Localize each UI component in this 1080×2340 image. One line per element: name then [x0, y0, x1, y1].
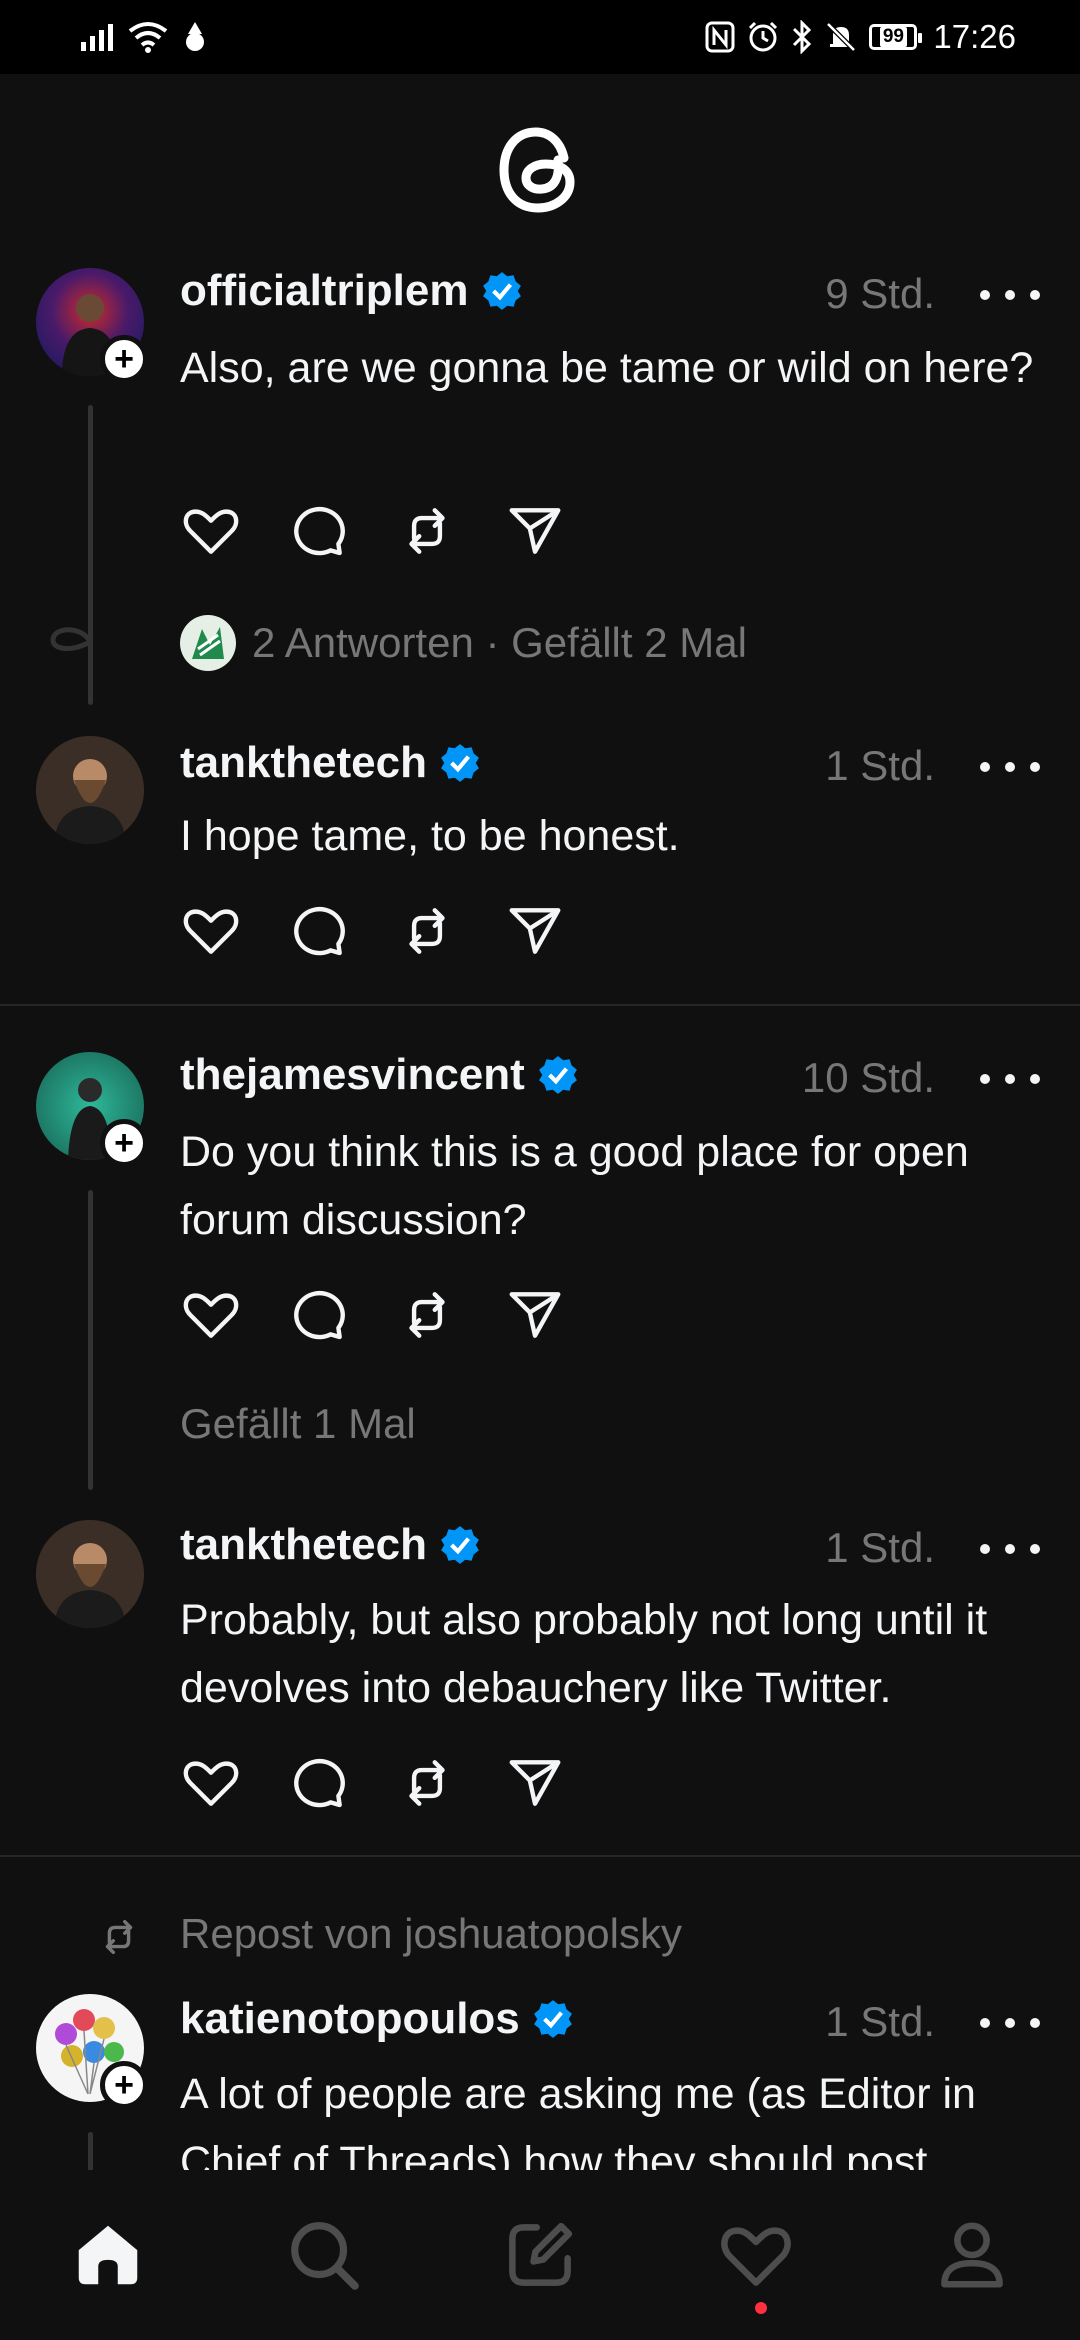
post-text: A lot of people are asking me (as Editor… — [180, 2070, 976, 2170]
username[interactable]: thejamesvincent — [180, 1050, 579, 1100]
compose-icon — [509, 2222, 573, 2286]
battery-level: 99 — [879, 27, 907, 47]
post-actions — [180, 1284, 566, 1346]
share-icon[interactable] — [504, 900, 566, 962]
follow-plus-button[interactable]: + — [100, 2061, 148, 2109]
more-options-button[interactable] — [980, 280, 1040, 310]
post-divider — [0, 1855, 1080, 1857]
nav-home[interactable] — [63, 2210, 153, 2300]
signal-icon — [81, 24, 113, 51]
post-meta[interactable]: Gefällt 1 Mal — [180, 1400, 416, 1448]
username-text[interactable]: tankthetech — [180, 738, 427, 788]
post-actions — [180, 900, 566, 962]
mute-icon — [826, 22, 857, 52]
post-time: 10 Std. — [801, 1054, 935, 1101]
verified-badge-icon — [441, 1526, 479, 1564]
profile-icon — [941, 2222, 1003, 2288]
likes-count[interactable]: Gefällt 1 Mal — [180, 1400, 416, 1448]
home-icon — [78, 2225, 138, 2285]
username[interactable]: katienotopoulos — [180, 1994, 574, 2044]
username-text[interactable]: thejamesvincent — [180, 1050, 525, 1100]
username-text[interactable]: katienotopoulos — [180, 1994, 520, 2044]
like-icon[interactable] — [180, 900, 242, 962]
activity-notification-dot — [755, 2302, 767, 2314]
follow-plus-button[interactable]: + — [100, 1119, 148, 1167]
repost-indicator-icon — [105, 1919, 133, 1955]
alarm-icon — [749, 21, 778, 52]
username[interactable]: officialtriplem — [180, 266, 523, 316]
repost-icon[interactable] — [396, 1752, 458, 1814]
replies-likes-count[interactable]: 2 Antworten · Gefällt 2 Mal — [252, 619, 747, 667]
reply-icon[interactable] — [288, 500, 350, 562]
post-time: 1 Std. — [825, 1998, 935, 2045]
more-options-button[interactable] — [980, 1534, 1040, 1564]
verified-badge-icon — [538, 1056, 577, 1094]
verified-badge-icon — [533, 2000, 572, 2038]
username[interactable]: tankthetech — [180, 1520, 481, 1570]
repost-label[interactable]: Repost von joshuatopolsky — [180, 1910, 682, 1958]
nav-search[interactable] — [279, 2210, 369, 2300]
reply-icon[interactable] — [288, 900, 350, 962]
bottom-navigation — [0, 2170, 1080, 2340]
wifi-icon — [128, 22, 168, 53]
avatar[interactable] — [36, 736, 144, 844]
post-time: 1 Std. — [825, 1524, 935, 1571]
follow-plus-button[interactable]: + — [100, 335, 148, 383]
share-icon[interactable] — [504, 1284, 566, 1346]
thread-line — [88, 2132, 93, 2172]
verified-badge-icon — [441, 744, 479, 782]
post-actions — [180, 1752, 566, 1814]
bluetooth-icon — [793, 20, 812, 54]
avatar[interactable] — [36, 1520, 144, 1628]
status-bar: 99 17:26 — [0, 0, 1080, 74]
thread-line — [88, 1190, 93, 1490]
reply-icon[interactable] — [288, 1284, 350, 1346]
post-text: Also, are we gonna be tame or wild on he… — [180, 344, 1034, 392]
repost-icon[interactable] — [396, 500, 458, 562]
share-icon[interactable] — [504, 1752, 566, 1814]
username-text[interactable]: officialtriplem — [180, 266, 469, 316]
repost-icon[interactable] — [396, 900, 458, 962]
nfc-icon — [705, 21, 735, 53]
username[interactable]: tankthetech — [180, 738, 481, 788]
like-icon[interactable] — [180, 1752, 242, 1814]
username-text[interactable]: tankthetech — [180, 1520, 427, 1570]
data-saver-icon — [186, 22, 204, 51]
post-divider — [0, 1004, 1080, 1006]
nav-activity[interactable] — [711, 2210, 801, 2300]
repost-icon[interactable] — [396, 1284, 458, 1346]
more-options-button[interactable] — [980, 2008, 1040, 2038]
more-options-button[interactable] — [980, 1064, 1040, 1094]
search-icon — [291, 2222, 359, 2290]
clock: 17:26 — [933, 18, 1016, 55]
nav-profile[interactable] — [927, 2210, 1017, 2300]
post-actions — [180, 500, 566, 562]
thread-loop-icon — [50, 627, 93, 652]
like-icon[interactable] — [180, 1284, 242, 1346]
post-text: Probably, but also probably not long unt… — [180, 1596, 988, 1712]
share-icon[interactable] — [504, 500, 566, 562]
post-time: 9 Std. — [825, 270, 935, 317]
post-time: 1 Std. — [825, 742, 935, 789]
reply-icon[interactable] — [288, 1752, 350, 1814]
verified-badge-icon — [482, 272, 521, 310]
more-options-button[interactable] — [980, 752, 1040, 782]
heart-icon — [721, 2227, 791, 2286]
reply-avatar — [180, 615, 236, 671]
threads-logo-icon — [499, 127, 575, 213]
nav-compose[interactable] — [495, 2210, 585, 2300]
like-icon[interactable] — [180, 500, 242, 562]
post-text: I hope tame, to be honest. — [180, 812, 680, 860]
battery-icon: 99 — [869, 24, 923, 50]
post-text: Do you think this is a good place for op… — [180, 1128, 969, 1244]
post-meta[interactable]: 2 Antworten · Gefällt 2 Mal — [180, 615, 747, 671]
